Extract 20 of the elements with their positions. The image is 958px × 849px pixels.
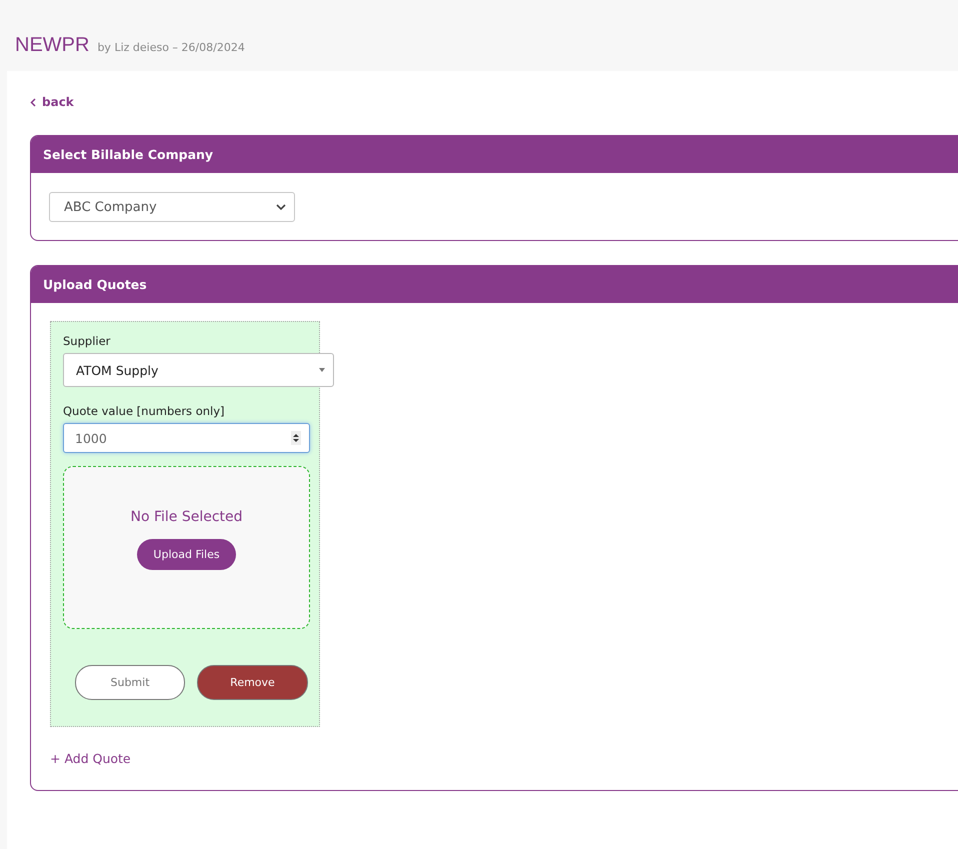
field-label: Quote value [numbers only]	[63, 404, 226, 418]
back-link[interactable]: back	[30, 95, 958, 109]
add-quote-link[interactable]: + Add Quote	[50, 751, 131, 766]
upload-files-button[interactable]: Upload Files	[137, 539, 236, 570]
dropdown-arrow-icon	[319, 368, 325, 372]
supplier-select[interactable]: ATOM Supply	[63, 353, 334, 387]
chevron-down-icon	[276, 204, 286, 210]
file-status: No File Selected	[130, 509, 243, 525]
card-header: Upload Quotes	[31, 266, 958, 303]
remove-button[interactable]: Remove	[197, 665, 308, 700]
quote-value-field[interactable]: 1000	[63, 423, 310, 453]
card-header: Select Billable Company	[31, 136, 958, 173]
page-title: NEWPR	[15, 34, 90, 57]
chevron-left-icon	[30, 98, 36, 106]
company-select[interactable]: ABC Company	[49, 192, 295, 222]
submit-button[interactable]: Submit	[75, 665, 185, 700]
file-drop-zone[interactable]: No File Selected Upload Files	[63, 466, 310, 629]
field-label: Supplier	[63, 334, 112, 348]
spinner-icon	[291, 431, 301, 445]
byline: by Liz deieso – 26/08/2024	[97, 41, 245, 54]
